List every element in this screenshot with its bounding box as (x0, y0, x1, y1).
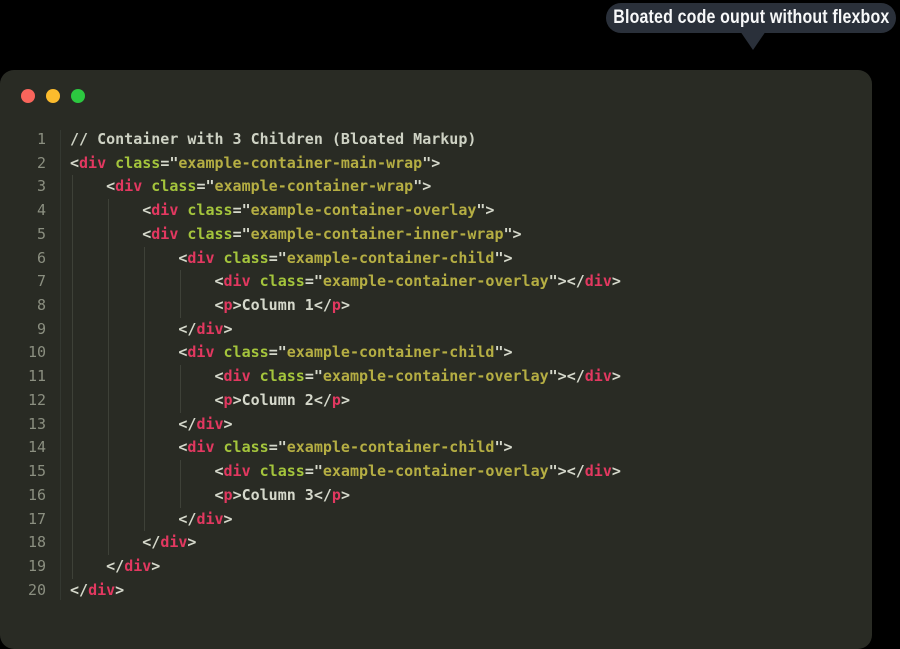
code-line-content: <div class="example-container-overlay"><… (46, 270, 872, 294)
code-line: 4 <div class="example-container-overlay"… (0, 199, 872, 223)
window-controls (21, 89, 85, 103)
code-line: 15 <div class="example-container-overlay… (0, 460, 872, 484)
line-number: 7 (0, 270, 46, 294)
line-number: 9 (0, 318, 46, 342)
code-line-content: <div class="example-container-wrap"> (46, 175, 872, 199)
line-number: 4 (0, 199, 46, 223)
code-line-content: </div> (46, 555, 872, 579)
code-line: 18 </div> (0, 531, 872, 555)
code-line-content: // Container with 3 Children (Bloated Ma… (46, 128, 872, 152)
code-line-content: <div class="example-container-overlay"><… (46, 460, 872, 484)
code-line: 3 <div class="example-container-wrap"> (0, 175, 872, 199)
line-number: 3 (0, 175, 46, 199)
line-number: 8 (0, 294, 46, 318)
code-line-content: </div> (46, 531, 872, 555)
code-line-content: <p>Column 3</p> (46, 484, 872, 508)
code-window: 1// Container with 3 Children (Bloated M… (0, 70, 872, 649)
code-line-content: <div class="example-container-child"> (46, 341, 872, 365)
code-line-content: <div class="example-container-overlay"><… (46, 365, 872, 389)
code-line: 1// Container with 3 Children (Bloated M… (0, 128, 872, 152)
line-number: 5 (0, 223, 46, 247)
line-number: 19 (0, 555, 46, 579)
line-number: 10 (0, 341, 46, 365)
code-line-content: </div> (46, 413, 872, 437)
tooltip: Bloated code ouput without flexbox (606, 3, 896, 33)
code-line-content: <div class="example-container-inner-wrap… (46, 223, 872, 247)
line-number: 12 (0, 389, 46, 413)
code-line: 6 <div class="example-container-child"> (0, 247, 872, 271)
code-line: 8 <p>Column 1</p> (0, 294, 872, 318)
code-line: 7 <div class="example-container-overlay"… (0, 270, 872, 294)
code-line-content: <p>Column 2</p> (46, 389, 872, 413)
line-number: 6 (0, 247, 46, 271)
minimize-button[interactable] (46, 89, 60, 103)
line-number: 17 (0, 508, 46, 532)
line-number: 2 (0, 152, 46, 176)
code-line: 5 <div class="example-container-inner-wr… (0, 223, 872, 247)
code-line-content: <div class="example-container-main-wrap"… (46, 152, 872, 176)
code-line: 13 </div> (0, 413, 872, 437)
code-line: 12 <p>Column 2</p> (0, 389, 872, 413)
code-line-content: </div> (46, 579, 872, 603)
code-line-content: <p>Column 1</p> (46, 294, 872, 318)
code-editor: 1// Container with 3 Children (Bloated M… (0, 128, 872, 602)
code-line: 9 </div> (0, 318, 872, 342)
code-line: 2<div class="example-container-main-wrap… (0, 152, 872, 176)
line-number: 1 (0, 128, 46, 152)
code-line: 10 <div class="example-container-child"> (0, 341, 872, 365)
code-line-content: </div> (46, 318, 872, 342)
line-number: 13 (0, 413, 46, 437)
code-line: 19 </div> (0, 555, 872, 579)
tooltip-pointer (740, 31, 766, 50)
line-number: 14 (0, 436, 46, 460)
close-button[interactable] (21, 89, 35, 103)
code-line: 17 </div> (0, 508, 872, 532)
code-lines: 1// Container with 3 Children (Bloated M… (0, 128, 872, 602)
code-line: 16 <p>Column 3</p> (0, 484, 872, 508)
code-line: 20</div> (0, 579, 872, 603)
screen: Bloated code ouput without flexbox 1// C… (0, 0, 900, 649)
code-line-content: <div class="example-container-child"> (46, 436, 872, 460)
zoom-button[interactable] (71, 89, 85, 103)
line-number: 18 (0, 531, 46, 555)
line-number: 11 (0, 365, 46, 389)
code-line-content: <div class="example-container-overlay"> (46, 199, 872, 223)
code-line: 14 <div class="example-container-child"> (0, 436, 872, 460)
code-line-content: <div class="example-container-child"> (46, 247, 872, 271)
line-number: 16 (0, 484, 46, 508)
line-number: 20 (0, 579, 46, 603)
tooltip-label: Bloated code ouput without flexbox (613, 7, 889, 29)
line-number: 15 (0, 460, 46, 484)
code-line-content: </div> (46, 508, 872, 532)
code-line: 11 <div class="example-container-overlay… (0, 365, 872, 389)
